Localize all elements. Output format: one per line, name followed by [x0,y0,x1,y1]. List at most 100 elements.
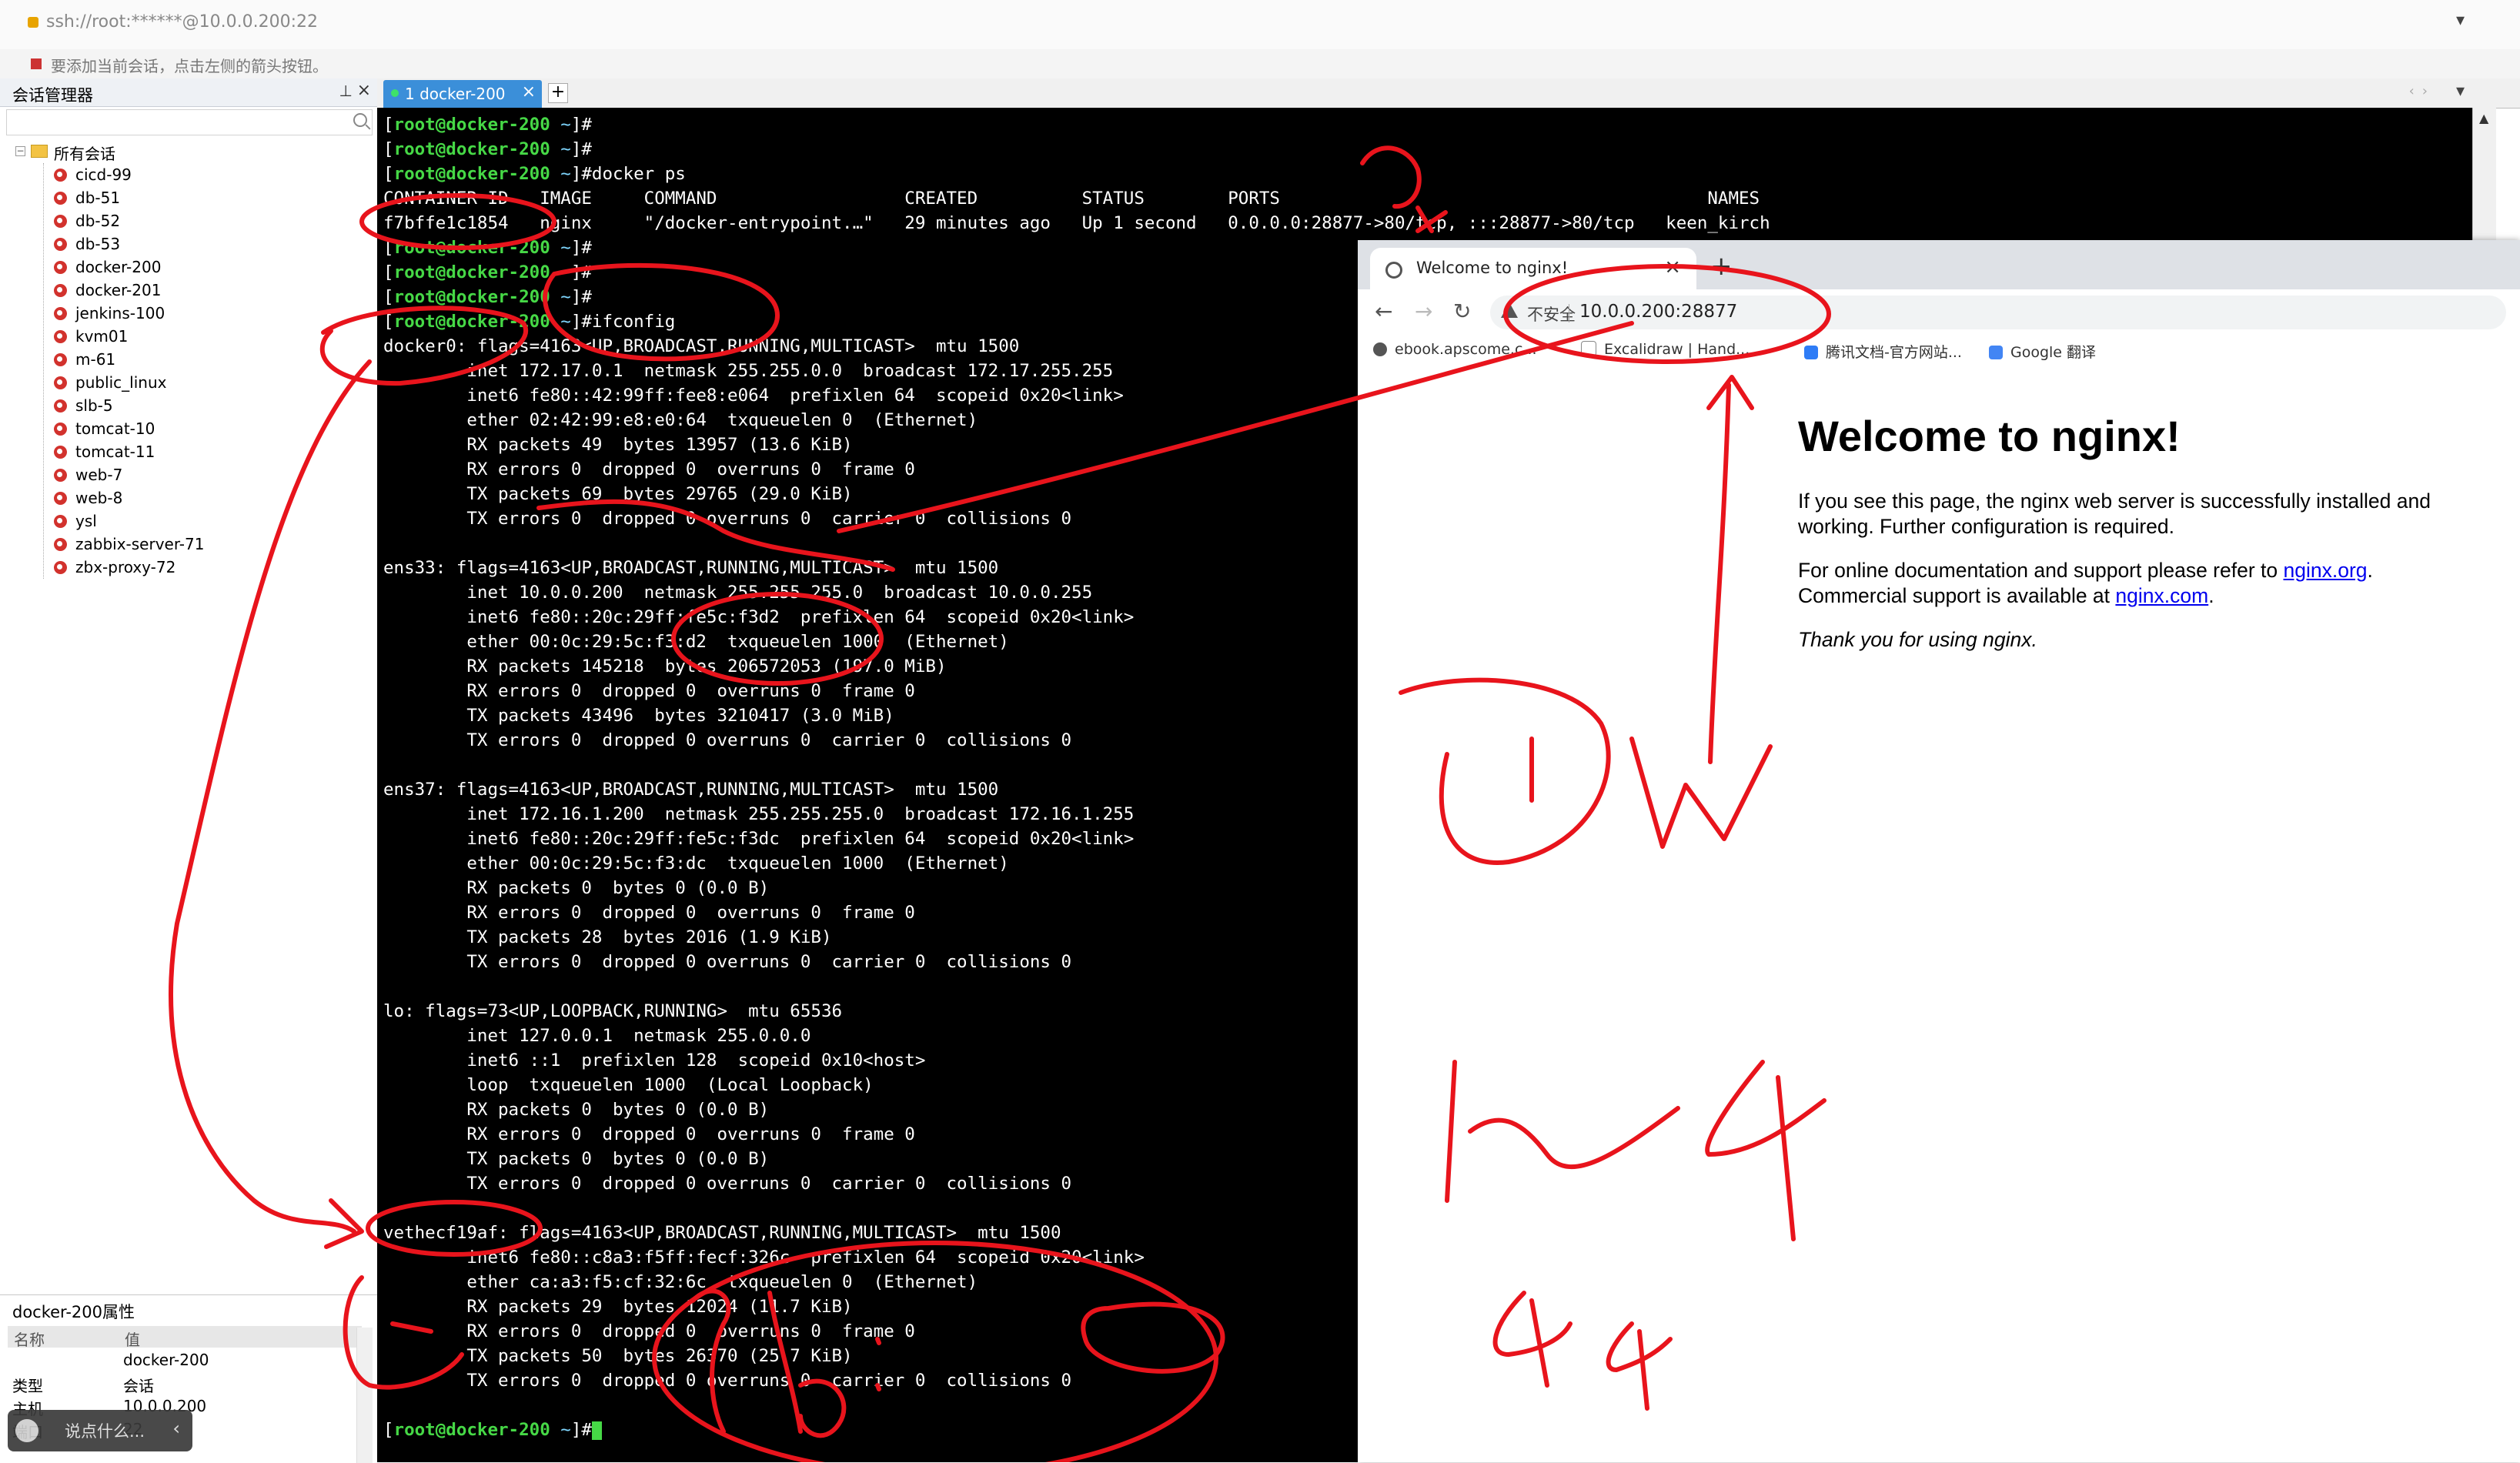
terminal-text: inet6 fe80::42:99ff:fee8:e064 prefixlen … [383,386,1124,406]
bookmark-google-translate[interactable]: Google 翻译 [1989,341,2096,362]
properties-header-value: 值 [125,1331,140,1349]
browser-address-bar[interactable]: 不安全 10.0.0.200:28877 [1490,296,2506,329]
terminal-text: RX packets 0 bytes 0 (0.0 B) [383,1100,770,1120]
session-address[interactable]: ssh://root:******@10.0.0.200:22 [46,12,318,32]
session-item[interactable]: public_linux [11,371,373,394]
collapse-icon[interactable]: − [15,146,25,156]
terminal-text: TX packets 43496 bytes 3210417 (3.0 MiB) [383,706,894,726]
session-icon [54,169,67,182]
terminal-text: root@docker-200 [393,1420,550,1440]
chat-placeholder[interactable]: 说点什么... [65,1419,145,1442]
chevron-down-icon[interactable]: ▾ [2456,11,2465,30]
properties-scrollbar[interactable] [356,1328,373,1463]
nginx-welcome: Welcome to nginx! If you see this page, … [1798,411,2491,671]
session-item-label: slb-5 [75,396,113,415]
pin-icon[interactable]: ⊥ [339,82,353,100]
browser-tab-strip: Welcome to nginx! × + [1358,240,2520,289]
nginx-com-link[interactable]: nginx.com [2115,584,2208,607]
property-value: docker-200 [123,1351,209,1369]
session-item[interactable]: db-52 [11,209,373,232]
terminal-text: TX packets 69 bytes 29765 (29.0 KiB) [383,484,853,504]
session-item[interactable]: web-7 [11,463,373,486]
new-tab-button[interactable]: + [548,83,568,103]
session-item[interactable]: tomcat-10 [11,417,373,440]
session-item[interactable]: jenkins-100 [11,302,373,325]
bookmark-tencent-docs[interactable]: 腾讯文档-官方网站... [1804,341,1962,362]
tree-root-all-sessions[interactable]: − 所有会话 [11,140,373,163]
browser-toolbar: ← → ↻ 不安全 10.0.0.200:28877 [1358,289,2520,335]
nginx-org-link[interactable]: nginx.org [2284,559,2368,582]
search-icon[interactable] [353,113,367,127]
chevron-left-icon[interactable]: ‹ [172,1418,180,1439]
terminal-text: [ [383,312,394,332]
session-item-label: tomcat-10 [75,419,155,438]
tab-menu-icon[interactable]: ▾ [2456,82,2465,101]
connection-status-icon [391,89,399,97]
session-item[interactable]: m-61 [11,348,373,371]
session-item[interactable]: cicd-99 [11,163,373,186]
terminal-text: TX errors 0 dropped 0 overruns 0 carrier… [383,1371,1072,1391]
chat-widget[interactable]: 说点什么... ‹ [8,1410,192,1451]
session-icon [54,515,67,528]
terminal-text: TX packets 50 bytes 26370 (25.7 KiB) [383,1346,853,1366]
terminal-text: ]#docker ps [570,164,686,184]
terminal-text: RX errors 0 dropped 0 overruns 0 frame 0 [383,903,915,923]
bookmark-ebook[interactable]: ebook.apscome.c... [1373,341,1537,358]
warning-icon[interactable] [1501,302,1518,318]
session-item[interactable]: ysl [11,509,373,533]
session-item-label: zbx-proxy-72 [75,558,176,576]
session-item[interactable]: zabbix-server-71 [11,533,373,556]
terminal-text: ether 00:0c:29:5c:f3:dc txqueuelen 1000 … [383,853,1009,873]
terminal-text: TX errors 0 dropped 0 overruns 0 carrier… [383,1174,1072,1194]
scroll-up-icon[interactable]: ▲ [2479,111,2488,125]
session-item[interactable]: db-51 [11,186,373,209]
terminal-text: root@docker-200 [393,287,550,307]
session-icon [54,238,67,251]
session-item[interactable]: docker-201 [11,279,373,302]
browser-tab-close-icon[interactable]: × [1664,256,1681,279]
back-arrow-icon[interactable]: ← [1375,299,1392,324]
tencent-docs-icon [1804,346,1818,359]
session-address-bar[interactable]: ssh://root:******@10.0.0.200:22 ▾ [0,0,2520,50]
terminal-text: [ [383,139,394,159]
session-icon [54,353,67,366]
terminal-text: [ [383,287,394,307]
session-item-label: docker-201 [75,281,162,299]
browser-tab[interactable]: Welcome to nginx! × [1370,248,1696,289]
tab-close-icon[interactable]: × [522,82,536,102]
session-item[interactable]: tomcat-11 [11,440,373,463]
session-item[interactable]: docker-200 [11,256,373,279]
page-title: Welcome to nginx! [1798,412,2181,460]
terminal-text: ether 02:42:99:e8:e0:64 txqueuelen 0 (Et… [383,410,978,430]
session-item-label: kvm01 [75,327,129,346]
terminal-text: RX packets 0 bytes 0 (0.0 B) [383,878,770,898]
terminal-text: root@docker-200 [393,164,550,184]
terminal-text: root@docker-200 [393,312,550,332]
session-item[interactable]: db-53 [11,232,373,256]
globe-icon [1373,342,1387,356]
terminal-text: inet6 fe80::20c:29ff:fe5c:f3d2 prefixlen… [383,607,1135,627]
session-item[interactable]: slb-5 [11,394,373,417]
terminal-text: RX errors 0 dropped 0 overruns 0 frame 0 [383,681,915,701]
terminal-text: ]# [570,115,592,135]
browser-url[interactable]: 10.0.0.200:28877 [1579,302,1737,322]
terminal-text: ~ [560,287,571,307]
browser-new-tab-button[interactable]: + [1710,251,1733,282]
terminal-text: RX packets 145218 bytes 206572053 (197.0… [383,656,947,676]
session-item[interactable]: web-8 [11,486,373,509]
reload-icon[interactable]: ↻ [1453,299,1471,324]
session-item[interactable]: zbx-proxy-72 [11,556,373,579]
tab-scroll-arrows[interactable]: ‹› [2409,83,2435,99]
session-item[interactable]: kvm01 [11,325,373,348]
terminal-text: ~ [560,262,571,282]
forward-arrow-icon[interactable]: → [1415,299,1432,324]
close-icon[interactable]: × [357,81,371,100]
tree-root-label: 所有会话 [54,145,115,163]
session-icon [54,261,67,274]
session-search-input[interactable] [6,109,373,135]
tab-docker-200[interactable]: 1 docker-200 × [383,80,542,108]
terminal-text: ens37: flags=4163<UP,BROADCAST,RUNNING,M… [383,780,999,800]
terminal-text: [ [383,164,394,184]
bookmark-excalidraw[interactable]: Excalidraw | Hand... [1581,341,1750,358]
